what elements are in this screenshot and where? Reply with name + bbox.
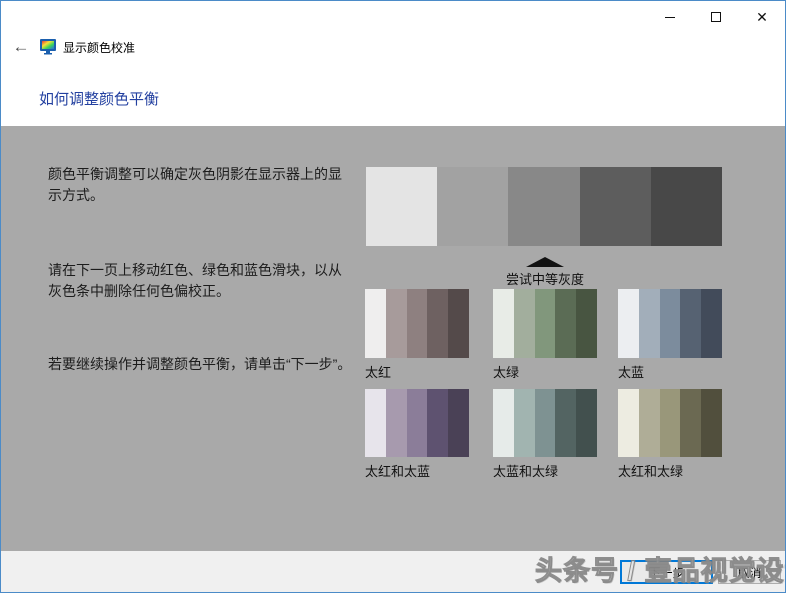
swatch-stripe: [493, 289, 514, 358]
swatch-stripe: [618, 289, 639, 358]
page-title: 如何调整颜色平衡: [39, 91, 160, 108]
paragraph-balance-intro: 颜色平衡调整可以确定灰色阴影在显示器上的显示方式。: [48, 166, 342, 203]
swatch-stripe: [493, 389, 514, 457]
swatch-stripe: [427, 389, 449, 457]
swatch-label: 太红和太蓝: [365, 464, 431, 479]
gray-bar-segment: [508, 167, 580, 246]
gray-bar-segment: [650, 167, 723, 246]
window-controls: ✕: [647, 1, 785, 33]
gray-bar-segment: [579, 167, 651, 246]
swatch-stripes: [365, 389, 469, 457]
swatch-stripe: [513, 389, 535, 457]
swatch-stripe: [680, 389, 702, 457]
cancel-button[interactable]: 取消: [718, 560, 781, 584]
swatch-too-red-and-blue: 太红和太蓝: [365, 389, 469, 480]
gray-bar-segment: [437, 167, 509, 246]
content-area: 颜色平衡调整可以确定灰色阴影在显示器上的显示方式。 请在下一页上移动红色、绿色和…: [1, 126, 785, 551]
swatch-stripe: [448, 389, 469, 457]
close-button[interactable]: ✕: [739, 1, 785, 33]
medium-gray-label: 尝试中等灰度: [505, 272, 584, 287]
swatch-stripes: [365, 289, 469, 358]
swatch-stripe: [365, 289, 386, 358]
medium-gray-pointer-icon: [526, 257, 564, 267]
swatch-stripes: [493, 389, 597, 457]
swatch-too-red: 太红: [365, 289, 469, 381]
swatch-stripe: [534, 389, 556, 457]
swatch-stripe: [576, 289, 597, 358]
swatch-stripe: [365, 389, 386, 457]
swatch-stripe: [638, 289, 660, 358]
paragraph-continue-hint: 若要继续操作并调整颜色平衡，请单击“下一步”。: [48, 356, 352, 372]
swatch-stripe: [406, 389, 428, 457]
swatch-label: 太蓝和太绿: [493, 464, 559, 479]
swatch-stripe: [534, 289, 556, 358]
swatch-stripe: [427, 289, 449, 358]
swatch-too-green: 太绿: [493, 289, 597, 381]
next-button[interactable]: 下一步: [620, 560, 713, 584]
swatch-stripe: [555, 289, 577, 358]
paragraph-slider-instructions: 请在下一页上移动红色、绿色和蓝色滑块，以从灰色条中删除任何色偏校正。: [48, 262, 342, 299]
swatch-stripe: [659, 289, 681, 358]
swatch-stripe: [513, 289, 535, 358]
minimize-icon: [665, 16, 675, 18]
swatch-label: 太红: [365, 365, 392, 380]
swatch-stripe: [448, 289, 469, 358]
swatch-label: 太蓝: [618, 365, 645, 380]
back-button[interactable]: ←: [10, 37, 32, 57]
swatch-too-blue: 太蓝: [618, 289, 722, 381]
minimize-button[interactable]: [647, 1, 693, 33]
swatch-stripe: [701, 289, 722, 358]
close-icon: ✕: [756, 9, 768, 25]
swatch-stripe: [406, 289, 428, 358]
maximize-button[interactable]: [693, 1, 739, 33]
swatch-too-red-and-green: 太红和太绿: [618, 389, 722, 480]
app-title: 显示颜色校准: [63, 41, 136, 55]
swatch-stripe: [659, 389, 681, 457]
swatch-stripe: [385, 389, 407, 457]
titlebar: ✕: [1, 1, 785, 33]
swatch-stripes: [493, 289, 597, 358]
swatch-stripe: [385, 289, 407, 358]
swatch-stripes: [618, 389, 722, 457]
gray-scale-bar: [366, 167, 723, 246]
display-color-calibration-window: ✕ ← 显示颜色校准 如何调整颜色平衡 颜色平衡调整可以确定灰色阴影在显示器上的…: [0, 0, 786, 593]
footer-bar: 下一步 取消: [1, 551, 785, 592]
swatch-label: 太红和太绿: [618, 464, 684, 479]
swatch-stripe: [618, 389, 639, 457]
gray-bar-segment: [366, 167, 438, 246]
swatch-stripe: [555, 389, 577, 457]
swatch-stripe: [701, 389, 722, 457]
swatch-stripes: [618, 289, 722, 358]
maximize-icon: [711, 12, 721, 22]
back-arrow-icon: ←: [12, 37, 30, 56]
swatch-label: 太绿: [493, 365, 520, 380]
swatch-stripe: [576, 389, 597, 457]
swatch-stripe: [638, 389, 660, 457]
swatch-stripe: [680, 289, 702, 358]
header: ← 显示颜色校准: [1, 37, 785, 59]
display-calibration-icon: [39, 38, 57, 55]
swatch-too-blue-and-green: 太蓝和太绿: [493, 389, 597, 480]
